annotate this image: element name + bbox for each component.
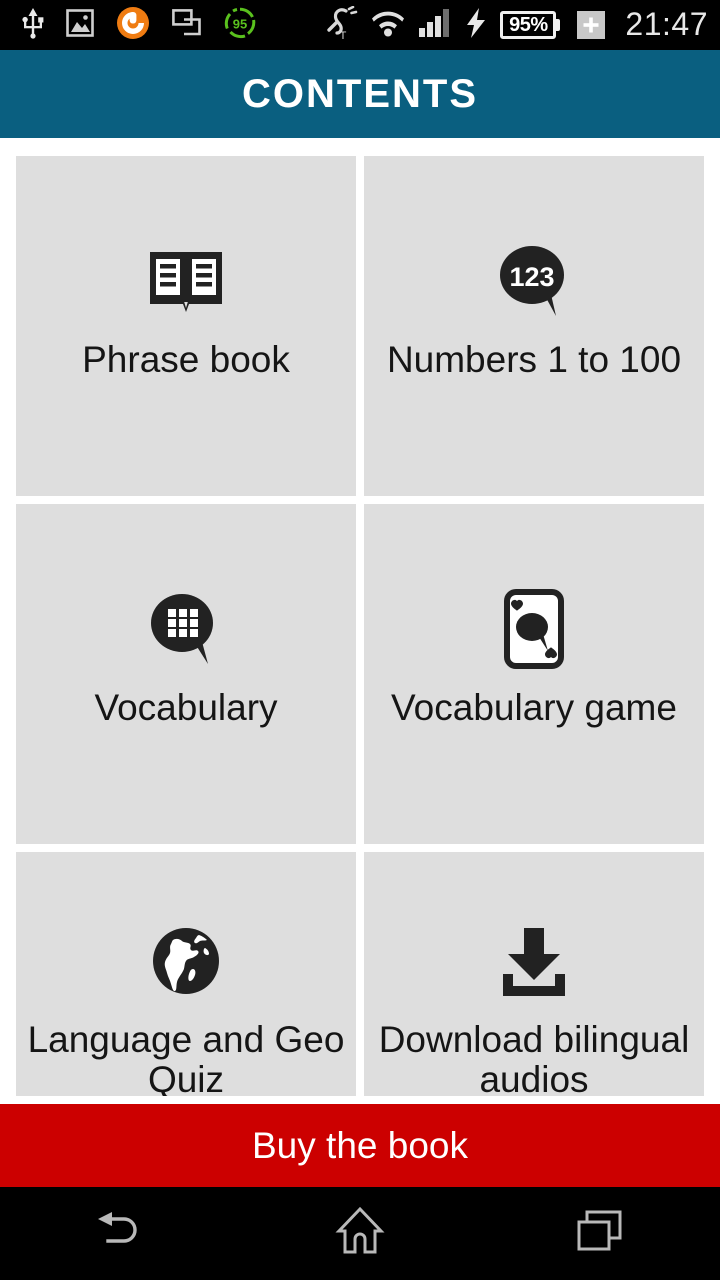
- usb-icon: [22, 7, 44, 44]
- page-title: CONTENTS: [242, 72, 478, 116]
- android-nav-bar: [0, 1187, 720, 1280]
- tile-label: Vocabulary game: [391, 687, 677, 728]
- screen-mirror-icon: [172, 8, 202, 42]
- battery-indicator: 95%: [500, 11, 561, 39]
- status-bar-left-icons: 95: [22, 6, 256, 45]
- tile-label: Download bilingual audios: [378, 1019, 690, 1096]
- grid-row: Language and Geo Quiz Download bilingual…: [16, 852, 704, 1096]
- status-bar: 95 T 95% 21:47: [0, 0, 720, 50]
- tile-label: Phrase book: [82, 339, 290, 380]
- screenshot-image-icon: [66, 8, 94, 42]
- app-bar: CONTENTS: [0, 50, 720, 138]
- tile-content: Download bilingual audios: [364, 922, 704, 1096]
- numbers-speech-bubble-icon: 123: [494, 242, 574, 320]
- globe-icon: [149, 922, 223, 1000]
- charging-bolt-icon: [466, 7, 486, 43]
- cellular-signal-icon: [418, 8, 452, 43]
- open-book-icon: [147, 242, 225, 320]
- recents-button[interactable]: [480, 1187, 720, 1280]
- tile-content: Vocabulary game: [364, 589, 704, 728]
- battery-tip: [556, 19, 561, 31]
- hearing-aid-icon: T: [326, 5, 358, 45]
- back-button[interactable]: [0, 1187, 240, 1280]
- tile-content: Phrase book: [16, 242, 356, 380]
- back-arrow-icon: [94, 1207, 146, 1260]
- playing-card-icon: [503, 589, 565, 669]
- tile-numbers-1-to-100[interactable]: 123 Numbers 1 to 100: [364, 156, 704, 496]
- tile-label: Numbers 1 to 100: [386, 339, 682, 380]
- tile-content: Language and Geo Quiz: [16, 922, 356, 1096]
- tile-content: 123 Numbers 1 to 100: [364, 242, 704, 380]
- status-bar-right-icons: T 95% 21:47: [326, 5, 708, 45]
- grid-row: Phrase book 123 Numbers 1 to 100: [16, 156, 704, 496]
- tile-label: Vocabulary: [94, 687, 278, 728]
- stamina-95-icon: 95: [224, 7, 256, 44]
- battery-percent-label: 95%: [509, 14, 548, 36]
- svg-text:123: 123: [509, 262, 554, 292]
- tile-language-and-geo-quiz[interactable]: Language and Geo Quiz: [16, 852, 356, 1096]
- tile-label: Language and Geo Quiz: [27, 1019, 345, 1096]
- download-icon: [495, 922, 573, 1000]
- grid-row: Vocabulary Vocabulary game: [16, 504, 704, 844]
- recents-icon: [575, 1208, 625, 1259]
- home-icon: [334, 1206, 386, 1261]
- buy-the-book-label: Buy the book: [252, 1125, 468, 1166]
- plus-badge-icon: [577, 11, 606, 39]
- grid-speech-bubble-icon: [146, 590, 226, 668]
- status-clock: 21:47: [625, 6, 708, 42]
- svg-text:T: T: [340, 30, 347, 40]
- home-button[interactable]: [240, 1187, 480, 1280]
- app-screen: 95 T 95% 21:47 CONTENTS Phrase book 123 …: [0, 0, 720, 1280]
- svg-text:95: 95: [233, 16, 247, 31]
- tile-phrase-book[interactable]: Phrase book: [16, 156, 356, 496]
- tile-download-bilingual-audios[interactable]: Download bilingual audios: [364, 852, 704, 1096]
- tile-vocabulary[interactable]: Vocabulary: [16, 504, 356, 844]
- wifi-icon: [372, 9, 405, 42]
- tile-content: Vocabulary: [16, 590, 356, 728]
- tile-vocabulary-game[interactable]: Vocabulary game: [364, 504, 704, 844]
- contents-grid: Phrase book 123 Numbers 1 to 100 Vocabul…: [16, 156, 704, 1096]
- sync-orange-icon: [116, 6, 150, 45]
- buy-the-book-button[interactable]: Buy the book: [0, 1104, 720, 1187]
- battery-box: 95%: [500, 11, 557, 39]
